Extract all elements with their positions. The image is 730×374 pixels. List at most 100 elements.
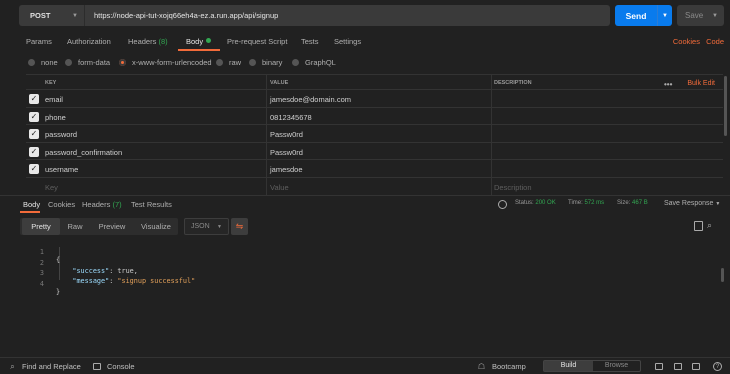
params-table: KEY VALUE DESCRIPTION ••• Bulk Edit ✓ em… xyxy=(26,74,723,196)
globe-icon[interactable] xyxy=(498,200,507,209)
console-icon[interactable] xyxy=(93,363,101,370)
help-icon[interactable]: ? xyxy=(713,362,722,371)
format-label: JSON xyxy=(191,223,210,230)
find-replace-button[interactable]: Find and Replace xyxy=(22,362,81,371)
request-tabs: Params Authorization Headers (8) Body Pr… xyxy=(26,34,724,51)
tab-tests[interactable]: Tests xyxy=(301,37,319,46)
browse-button[interactable]: Browse xyxy=(593,361,640,371)
time-readout: Time: 572 ms xyxy=(568,200,604,206)
build-browse-toggle: Build Browse xyxy=(543,360,641,372)
tab-params[interactable]: Params xyxy=(26,37,52,46)
keyboard-icon[interactable] xyxy=(692,363,700,370)
view-preview-button[interactable]: Preview xyxy=(90,218,134,235)
send-button[interactable]: Send ▼ xyxy=(615,5,672,26)
table-row: ✓ phone 0812345678 xyxy=(26,108,723,126)
table-row: ✓ password_confirmation Passw0rd xyxy=(26,143,723,161)
tab-body[interactable]: Body xyxy=(186,37,212,46)
checkbox-icon[interactable]: ✓ xyxy=(29,129,39,140)
status-footer: ⌕ Find and Replace Console ☖ Bootcamp Bu… xyxy=(0,357,730,374)
radio-x-www-form-urlencoded[interactable]: x-www-form-urlencoded xyxy=(119,58,212,67)
chevron-down-icon: ▼ xyxy=(72,12,78,19)
row-key[interactable]: password_confirmation xyxy=(45,148,122,157)
row-value[interactable]: jamesdoe@domain.com xyxy=(270,95,351,104)
tab-test-results[interactable]: Test Results xyxy=(131,200,172,209)
save-label: Save xyxy=(685,11,704,20)
row-key[interactable]: username xyxy=(45,165,78,174)
tab-settings[interactable]: Settings xyxy=(334,37,361,46)
save-response-label: Save Response xyxy=(664,200,714,207)
two-pane-icon[interactable] xyxy=(674,363,682,370)
status-label: Status: xyxy=(515,200,534,206)
url-bar: POST ▼ https://node-api-tut-xojq66eh4a-e… xyxy=(19,5,724,26)
radio-circle-icon xyxy=(28,59,35,66)
checkbox-icon[interactable]: ✓ xyxy=(29,164,39,175)
layout-icon[interactable] xyxy=(655,363,663,370)
url-input[interactable]: https://node-api-tut-xojq66eh4a-ez.a.run… xyxy=(85,11,278,20)
cookies-link[interactable]: Cookies xyxy=(673,37,700,46)
row-value[interactable]: Passw0rd xyxy=(270,130,303,139)
time-value: 572 ms xyxy=(584,200,605,206)
response-body-editor[interactable]: 1 { 2 "success": true, 3 "message": "sig… xyxy=(36,240,716,296)
view-visualize-button[interactable]: Visualize xyxy=(134,218,178,235)
view-raw-button[interactable]: Raw xyxy=(60,218,90,235)
tab-authorization[interactable]: Authorization xyxy=(67,37,111,46)
copy-icon[interactable] xyxy=(694,221,703,231)
table-header: KEY VALUE DESCRIPTION ••• Bulk Edit xyxy=(26,75,723,90)
row-key[interactable]: password xyxy=(45,130,77,139)
tab-pre-request-script[interactable]: Pre-request Script xyxy=(227,37,287,46)
radio-graphql[interactable]: GraphQL xyxy=(292,58,336,67)
description-placeholder[interactable]: Description xyxy=(494,183,532,192)
response-scrollbar[interactable] xyxy=(721,268,724,282)
header-value: VALUE xyxy=(270,80,289,86)
row-value[interactable]: Passw0rd xyxy=(270,148,303,157)
more-options-icon[interactable]: ••• xyxy=(664,80,672,89)
tab-response-headers[interactable]: Headers (7) xyxy=(82,200,122,209)
size-label: Size: xyxy=(617,200,631,206)
save-response-button[interactable]: Save Response ▼ xyxy=(664,200,720,207)
bootcamp-icon[interactable]: ☖ xyxy=(477,362,486,371)
radio-binary[interactable]: binary xyxy=(249,58,282,67)
row-key[interactable]: email xyxy=(45,95,63,104)
header-description: DESCRIPTION xyxy=(494,80,532,86)
row-key[interactable]: phone xyxy=(45,113,66,122)
method-label: POST xyxy=(30,11,51,20)
tab-response-cookies[interactable]: Cookies xyxy=(48,200,75,209)
radio-none[interactable]: none xyxy=(28,58,58,67)
size-readout: Size: 467 B xyxy=(617,200,648,206)
tab-headers-label: Headers xyxy=(128,37,157,46)
wrap-icon[interactable]: ⇋ xyxy=(231,218,248,235)
value-placeholder[interactable]: Value xyxy=(270,183,289,192)
row-value[interactable]: 0812345678 xyxy=(270,113,312,122)
build-button[interactable]: Build xyxy=(544,361,593,371)
view-pretty-button[interactable]: Pretty xyxy=(22,218,60,235)
radio-form-data[interactable]: form-data xyxy=(65,58,110,67)
code-link[interactable]: Code xyxy=(706,37,724,46)
format-select[interactable]: JSON ▼ xyxy=(184,218,229,235)
table-row: ✓ password Passw0rd xyxy=(26,125,723,143)
row-value[interactable]: jamesdoe xyxy=(270,165,303,174)
radio-raw[interactable]: raw xyxy=(216,58,241,67)
save-button[interactable]: Save ▼ xyxy=(677,5,724,26)
bulk-edit-link[interactable]: Bulk Edit xyxy=(687,80,715,87)
checkbox-icon[interactable]: ✓ xyxy=(29,111,39,122)
send-options-chevron-icon[interactable]: ▼ xyxy=(657,5,672,26)
method-select[interactable]: POST ▼ xyxy=(19,5,85,26)
request-url-box: POST ▼ https://node-api-tut-xojq66eh4a-e… xyxy=(19,5,610,26)
active-tab-underline xyxy=(178,49,220,51)
checkbox-icon[interactable]: ✓ xyxy=(29,94,39,104)
radio-selected-icon xyxy=(119,59,126,66)
code-line: 4 } xyxy=(36,272,716,296)
code-text: } xyxy=(56,287,61,296)
tab-response-body[interactable]: Body xyxy=(23,200,40,209)
checkbox-icon[interactable]: ✓ xyxy=(29,146,39,157)
key-placeholder[interactable]: Key xyxy=(45,183,58,192)
console-button[interactable]: Console xyxy=(107,362,135,371)
bootcamp-button[interactable]: Bootcamp xyxy=(492,362,526,371)
find-replace-icon[interactable]: ⌕ xyxy=(8,362,17,371)
search-icon[interactable]: ⌕ xyxy=(707,220,717,230)
chevron-down-icon[interactable]: ▼ xyxy=(712,13,718,19)
table-scrollbar[interactable] xyxy=(724,76,727,136)
status-value: 200 OK xyxy=(535,200,556,206)
tab-headers[interactable]: Headers (8) xyxy=(128,37,168,46)
body-indicator-dot xyxy=(206,38,212,43)
